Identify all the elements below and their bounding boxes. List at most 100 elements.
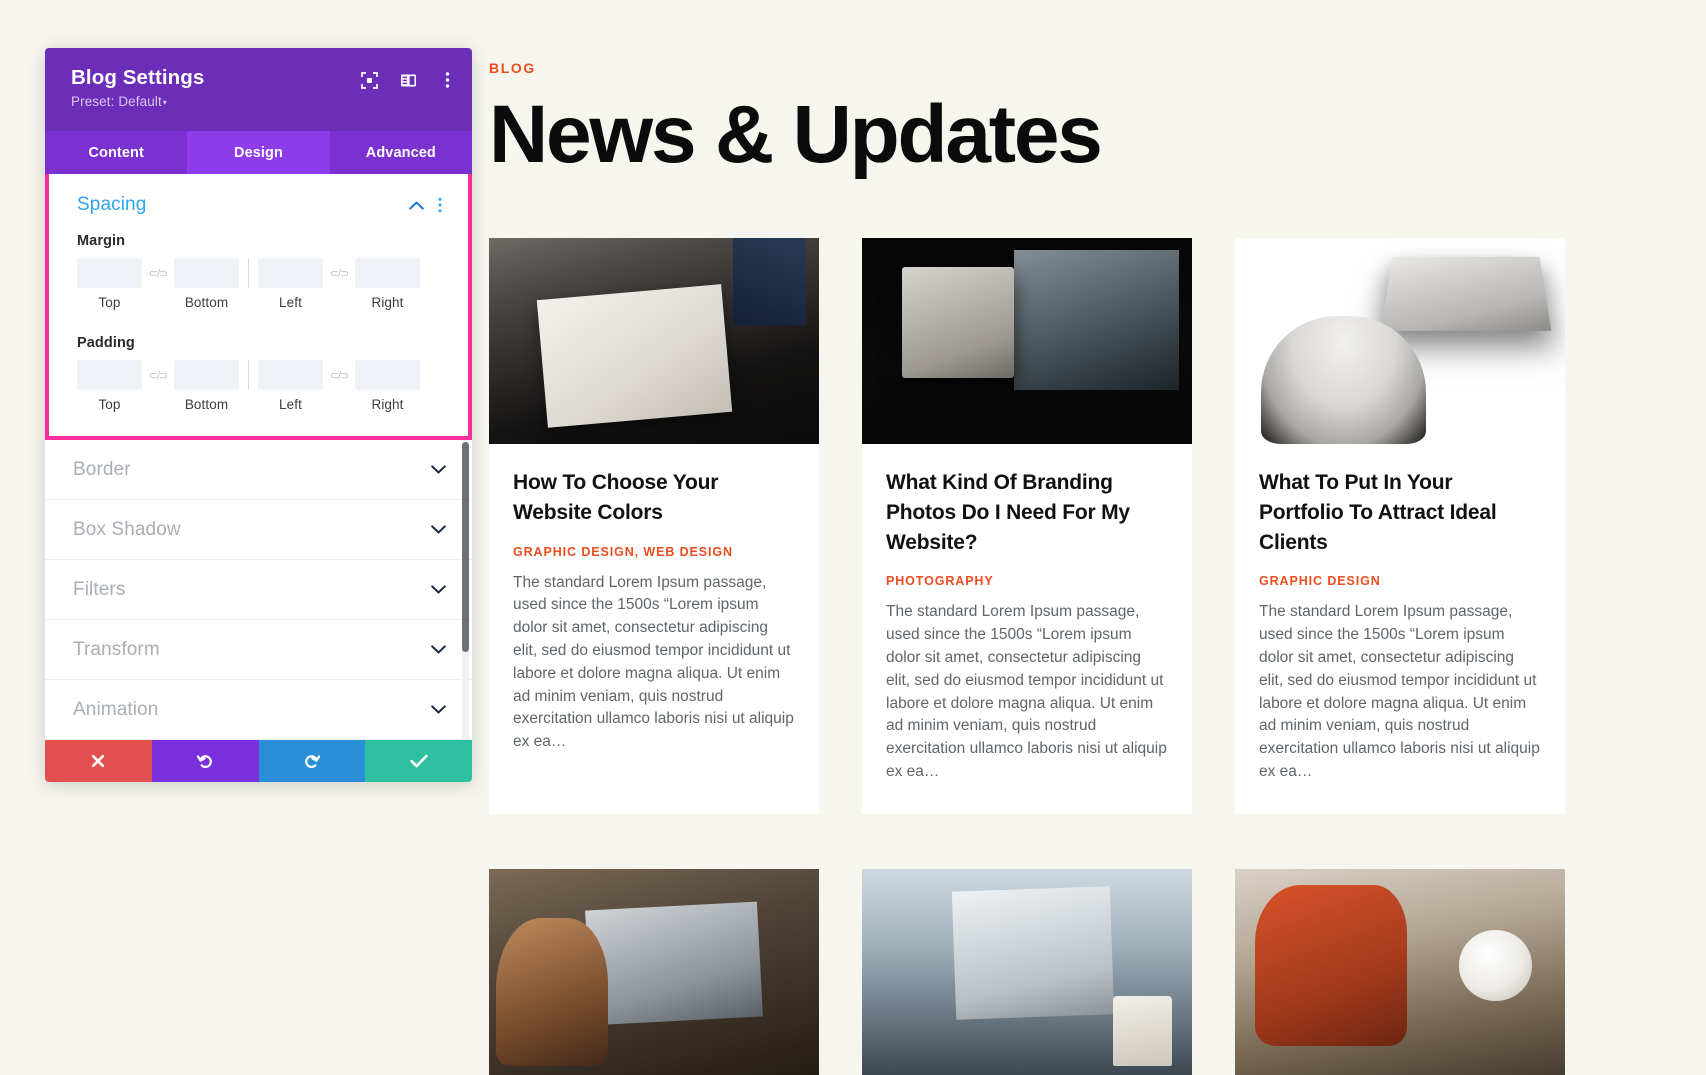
post-body: What Kind Of Branding Photos Do I Need F… xyxy=(862,444,1192,814)
layout-panel-icon[interactable] xyxy=(397,69,419,91)
blog-post-card[interactable]: What Kind Of Branding Photos Do I Need F… xyxy=(862,238,1192,814)
post-body: How To Choose Your Website Colors GRAPHI… xyxy=(489,444,819,784)
margin-left-cell: Left xyxy=(258,258,323,310)
field-divider xyxy=(248,360,249,390)
blog-settings-panel: Blog Settings Preset: Default▾ Content D… xyxy=(45,48,472,782)
link-broken-icon[interactable]: ⊂/⊃ xyxy=(142,360,174,390)
blog-post-card[interactable]: How To Choose Your Website Colors GRAPHI… xyxy=(489,238,819,814)
redo-button[interactable] xyxy=(258,740,366,782)
panel-header-icons xyxy=(358,69,458,91)
spacing-section: Spacing Margin Top ⊂/⊃ Bottom Left ⊂/⊃ R… xyxy=(45,174,472,440)
margin-top-cell: Top xyxy=(77,258,142,310)
margin-fields: Top ⊂/⊃ Bottom Left ⊂/⊃ Right xyxy=(77,258,442,310)
margin-right-input[interactable] xyxy=(355,258,420,288)
margin-top-label: Top xyxy=(98,295,121,310)
margin-top-input[interactable] xyxy=(77,258,142,288)
padding-right-cell: Right xyxy=(355,360,420,412)
margin-bottom-input[interactable] xyxy=(174,258,239,288)
section-transform-label: Transform xyxy=(73,638,160,660)
post-thumbnail[interactable] xyxy=(862,868,1192,1075)
panel-scrollbar-thumb[interactable] xyxy=(462,442,469,652)
post-title[interactable]: How To Choose Your Website Colors xyxy=(513,468,795,528)
field-divider xyxy=(248,258,249,288)
spacing-section-header[interactable]: Spacing xyxy=(77,194,442,216)
padding-top-label: Top xyxy=(98,397,121,412)
blog-page: BLOG News & Updates How To Choose Your W… xyxy=(489,0,1706,1075)
tab-design[interactable]: Design xyxy=(187,131,330,174)
chevron-up-icon[interactable] xyxy=(409,201,424,210)
chevron-down-icon: ▾ xyxy=(162,97,167,107)
blog-eyebrow: BLOG xyxy=(489,60,536,76)
link-broken-icon[interactable]: ⊂/⊃ xyxy=(323,258,355,288)
post-categories[interactable]: PHOTOGRAPHY xyxy=(886,574,1168,588)
post-thumbnail[interactable] xyxy=(862,238,1192,444)
post-excerpt: The standard Lorem Ipsum passage, used s… xyxy=(886,603,1167,780)
padding-left-label: Left xyxy=(279,397,302,412)
padding-top-cell: Top xyxy=(77,360,142,412)
chevron-down-icon[interactable] xyxy=(431,525,446,534)
padding-bottom-label: Bottom xyxy=(184,397,229,412)
more-options-icon[interactable] xyxy=(436,69,458,91)
tab-content[interactable]: Content xyxy=(45,131,187,174)
padding-top-input[interactable] xyxy=(77,360,142,390)
post-title[interactable]: What Kind Of Branding Photos Do I Need F… xyxy=(886,468,1168,557)
blog-post-card[interactable] xyxy=(862,868,1192,1075)
post-categories[interactable]: GRAPHIC DESIGN xyxy=(1259,574,1541,588)
padding-bottom-input[interactable] xyxy=(174,360,239,390)
margin-right-cell: Right xyxy=(355,258,420,310)
section-filters-label: Filters xyxy=(73,578,126,600)
save-button[interactable] xyxy=(365,740,472,782)
section-filters[interactable]: Filters xyxy=(45,560,472,620)
post-thumbnail[interactable] xyxy=(489,238,819,444)
section-box-shadow[interactable]: Box Shadow xyxy=(45,500,472,560)
post-body: What To Put In Your Portfolio To Attract… xyxy=(1235,444,1565,814)
margin-right-label: Right xyxy=(371,295,404,310)
padding-label: Padding xyxy=(77,335,135,351)
section-box-shadow-label: Box Shadow xyxy=(73,518,181,540)
post-thumbnail[interactable] xyxy=(1235,868,1565,1075)
spacing-title: Spacing xyxy=(77,194,147,215)
panel-tabs: Content Design Advanced xyxy=(45,131,472,174)
more-options-icon[interactable] xyxy=(438,197,442,213)
section-transform[interactable]: Transform xyxy=(45,620,472,680)
focus-icon[interactable] xyxy=(358,69,380,91)
post-excerpt: The standard Lorem Ipsum passage, used s… xyxy=(1259,603,1540,780)
section-border[interactable]: Border xyxy=(45,440,472,500)
post-thumbnail[interactable] xyxy=(1235,238,1565,444)
padding-right-input[interactable] xyxy=(355,360,420,390)
panel-footer xyxy=(45,740,472,782)
post-excerpt: The standard Lorem Ipsum passage, used s… xyxy=(513,573,794,751)
undo-button[interactable] xyxy=(151,740,259,782)
padding-left-input[interactable] xyxy=(258,360,323,390)
post-categories[interactable]: GRAPHIC DESIGN, WEB DESIGN xyxy=(513,545,795,559)
margin-label: Margin xyxy=(77,233,126,249)
cancel-button[interactable] xyxy=(45,740,152,782)
padding-fields: Top ⊂/⊃ Bottom Left ⊂/⊃ Right xyxy=(77,360,442,412)
margin-bottom-label: Bottom xyxy=(184,295,229,310)
margin-left-label: Left xyxy=(279,295,302,310)
panel-header: Blog Settings Preset: Default▾ xyxy=(45,48,472,131)
section-border-label: Border xyxy=(73,458,131,480)
preset-selector[interactable]: Preset: Default▾ xyxy=(71,94,450,109)
chevron-down-icon[interactable] xyxy=(431,645,446,654)
section-animation[interactable]: Animation xyxy=(45,680,472,740)
link-broken-icon[interactable]: ⊂/⊃ xyxy=(323,360,355,390)
margin-left-input[interactable] xyxy=(258,258,323,288)
blog-post-grid: How To Choose Your Website Colors GRAPHI… xyxy=(489,238,1706,1075)
link-broken-icon[interactable]: ⊂/⊃ xyxy=(142,258,174,288)
margin-bottom-cell: Bottom xyxy=(174,258,239,310)
section-animation-label: Animation xyxy=(73,698,159,720)
tab-advanced[interactable]: Advanced xyxy=(330,131,472,174)
blog-post-card[interactable] xyxy=(489,868,819,1075)
padding-right-label: Right xyxy=(371,397,404,412)
collapsed-sections: Border Box Shadow Filters Transform Anim… xyxy=(45,440,472,740)
chevron-down-icon[interactable] xyxy=(431,465,446,474)
preset-label: Preset: Default xyxy=(71,93,162,109)
blog-post-card[interactable] xyxy=(1235,868,1565,1075)
chevron-down-icon[interactable] xyxy=(431,705,446,714)
post-thumbnail[interactable] xyxy=(489,868,819,1075)
post-title[interactable]: What To Put In Your Portfolio To Attract… xyxy=(1259,468,1541,557)
blog-post-card[interactable]: What To Put In Your Portfolio To Attract… xyxy=(1235,238,1565,814)
chevron-down-icon[interactable] xyxy=(431,585,446,594)
padding-bottom-cell: Bottom xyxy=(174,360,239,412)
